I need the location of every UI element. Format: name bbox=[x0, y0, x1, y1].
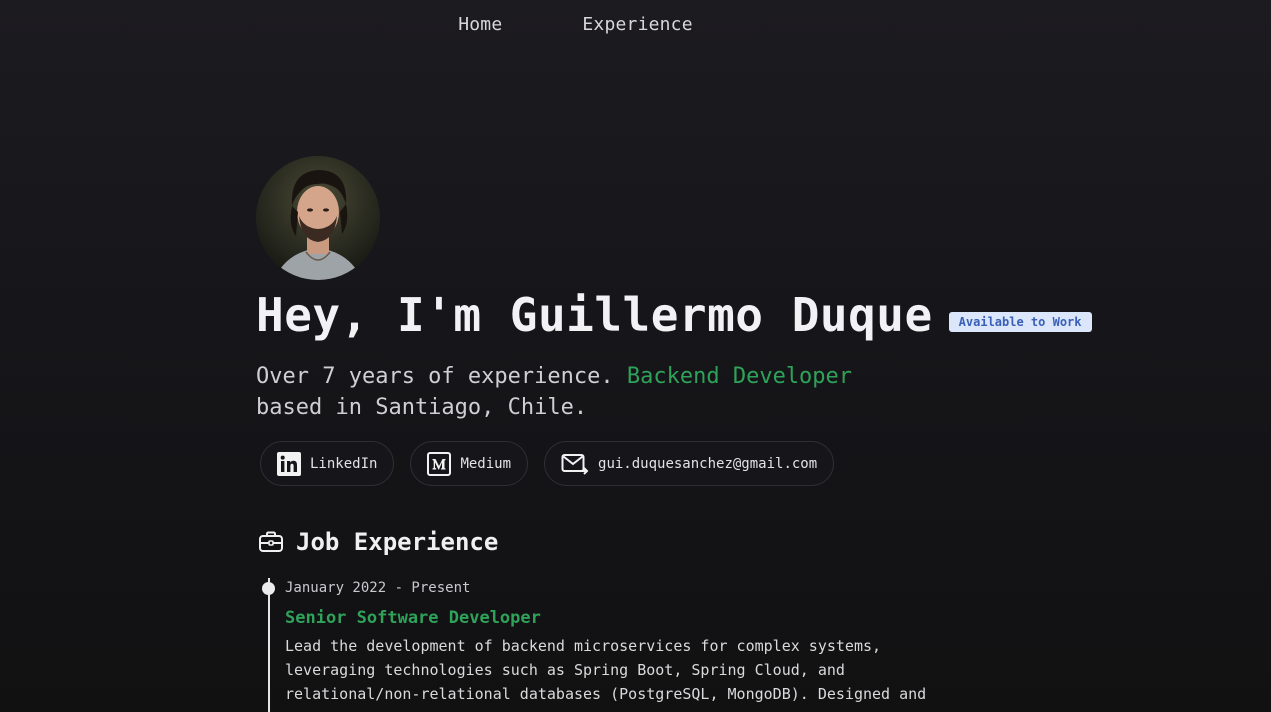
job-date: January 2022 - Present bbox=[285, 580, 471, 596]
nav-home-link[interactable]: Home bbox=[458, 14, 502, 35]
timeline-dot bbox=[262, 582, 275, 595]
linkedin-button[interactable]: LinkedIn bbox=[260, 441, 395, 486]
intro-location: based in Santiago, Chile. bbox=[256, 395, 588, 420]
hero-title: Hey, I'm Guillermo Duque bbox=[256, 288, 933, 342]
medium-label: Medium bbox=[460, 455, 512, 472]
job-role: Senior Software Developer bbox=[285, 608, 541, 628]
job-description: Lead the development of backend microser… bbox=[285, 634, 985, 706]
timeline-line bbox=[268, 578, 270, 712]
email-label: gui.duquesanchez@gmail.com bbox=[598, 455, 818, 472]
social-links: LinkedIn Medium gui.duquesanchez@gmail.c… bbox=[260, 441, 835, 486]
job-description-line: leveraging technologies such as Spring B… bbox=[285, 661, 845, 679]
medium-icon bbox=[427, 451, 452, 476]
medium-button[interactable]: Medium bbox=[410, 441, 529, 486]
avatar bbox=[256, 156, 380, 280]
nav-experience-link[interactable]: Experience bbox=[582, 14, 692, 35]
linkedin-icon bbox=[277, 451, 301, 476]
intro-role: Backend Developer bbox=[626, 364, 853, 389]
briefcase-icon bbox=[259, 531, 283, 552]
section-title-text: Job Experience bbox=[296, 528, 499, 556]
job-description-line: relational/non-relational databases (Pos… bbox=[285, 685, 927, 703]
intro-text: Over 7 years of experience. bbox=[256, 364, 614, 389]
hero-intro: Over 7 years of experience. Backend Deve… bbox=[256, 361, 852, 423]
mail-icon bbox=[561, 453, 589, 475]
portfolio-page: Home Experience Hey, I'm Guillermo Duque… bbox=[0, 0, 1271, 712]
linkedin-label: LinkedIn bbox=[310, 455, 378, 472]
hero-headline: Hey, I'm Guillermo Duque Available to Wo… bbox=[256, 288, 1092, 342]
top-nav: Home Experience bbox=[0, 14, 1271, 35]
job-description-line: Lead the development of backend microser… bbox=[285, 637, 882, 655]
job-entry: January 2022 - Present Senior Software D… bbox=[285, 580, 985, 706]
email-button[interactable]: gui.duquesanchez@gmail.com bbox=[544, 441, 835, 486]
avatar-portrait-image bbox=[256, 156, 380, 280]
availability-badge: Available to Work bbox=[948, 312, 1092, 332]
job-experience-heading: Job Experience bbox=[258, 528, 498, 556]
